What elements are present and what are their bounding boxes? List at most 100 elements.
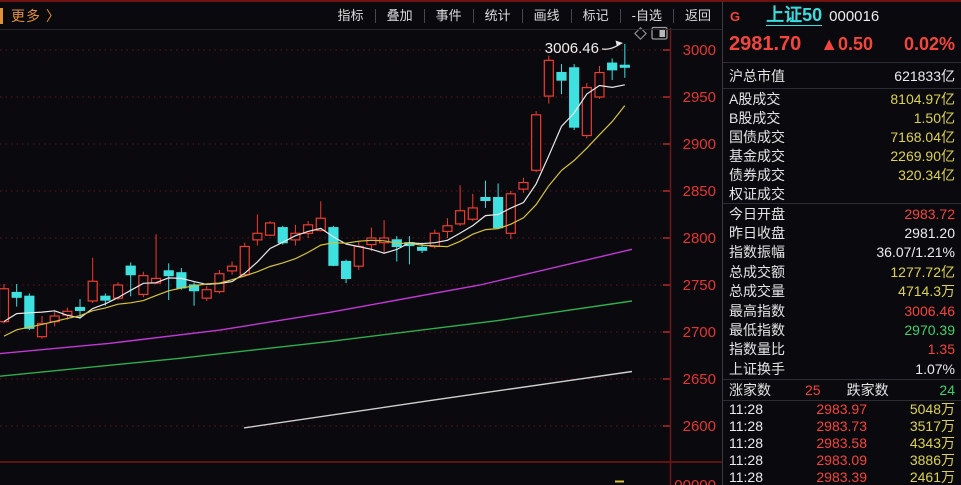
candle <box>342 262 351 279</box>
stat-value: 1277.72亿 <box>890 262 955 282</box>
candle <box>202 290 211 298</box>
y-axis-label: 2650 <box>683 371 716 388</box>
candle <box>164 271 173 276</box>
tick-price: 2983.39 <box>791 469 883 485</box>
stat-row: 债券成交320.34亿 <box>729 165 955 184</box>
decliners-label: 跌家数 <box>847 380 889 400</box>
y-axis-label: 2950 <box>683 89 716 106</box>
candle <box>443 226 452 232</box>
stat-label: 债券成交 <box>729 165 785 185</box>
tick-time: 11:28 <box>729 435 791 451</box>
y-axis-label: 3000 <box>683 42 716 59</box>
stat-row: 昨日收盘2981.20 <box>729 223 955 242</box>
candle <box>253 233 262 240</box>
candle <box>354 246 363 266</box>
candle <box>570 68 579 127</box>
candle <box>506 194 515 233</box>
y-axis-label: 2600 <box>683 418 716 435</box>
tick-time: 11:28 <box>729 469 791 485</box>
stat-value: 1.07% <box>915 361 955 377</box>
stat-row: 国债成交7168.04亿 <box>729 127 955 146</box>
stat-value: 2269.90亿 <box>890 146 955 166</box>
stat-value: 7168.04亿 <box>890 127 955 147</box>
tick-time: 11:28 <box>729 401 791 417</box>
candlestick-chart[interactable]: 3000295029002850280027502700265026003006… <box>0 0 722 485</box>
tick-row: 11:282983.733517万 <box>729 417 955 434</box>
tick-price: 2983.97 <box>791 401 883 417</box>
quote-panel: G 上证50 000016 2981.70 ▲0.50 0.02% 沪总市值 62… <box>722 2 961 485</box>
stat-row: 指数量比1.35 <box>729 340 955 359</box>
tick-time: 11:28 <box>729 452 791 468</box>
stat-label: 权证成交 <box>729 184 785 204</box>
toolbar-button-指标[interactable]: 指标 <box>327 2 375 29</box>
toolbar-button-事件[interactable]: 事件 <box>425 2 473 29</box>
tick-row: 11:282983.093886万 <box>729 451 955 468</box>
last-price: 2981.70 <box>729 33 801 56</box>
tick-list[interactable]: 11:282983.975048万11:282983.733517万11:282… <box>729 401 955 485</box>
stat-value: 621833亿 <box>894 66 955 86</box>
toolbar-button-画线[interactable]: 画线 <box>523 2 571 29</box>
stat-row: 最低指数2970.39 <box>729 320 955 339</box>
stat-label: 最低指数 <box>729 320 785 340</box>
candle <box>329 228 338 266</box>
stat-section: 沪总市值 621833亿 <box>729 63 955 88</box>
toolbar-button--自选[interactable]: -自选 <box>621 2 673 29</box>
toolbar-button-叠加[interactable]: 叠加 <box>376 2 424 29</box>
stat-label: 沪总市值 <box>729 66 785 86</box>
candle <box>367 238 376 245</box>
stat-row: 指数振幅 36.07/1.21% <box>729 243 955 262</box>
toolbar-button-统计[interactable]: 统计 <box>474 2 522 29</box>
y-axis-label: 2800 <box>683 230 716 247</box>
candle <box>177 273 186 288</box>
stat-row: 今日开盘2983.72 <box>729 204 955 223</box>
candle <box>126 266 135 274</box>
more-menu-button[interactable]: 更多 〉 <box>11 6 61 26</box>
stat-section: 今日开盘2983.72昨日收盘2981.20指数振幅 36.07/1.21% 总成交… <box>729 204 955 379</box>
stat-value: 4714.3万 <box>898 281 955 301</box>
y-axis-label: 2750 <box>683 277 716 294</box>
stat-label: A股成交 <box>729 89 780 109</box>
trading-app-window: 3000295029002850280027502700265026003006… <box>0 0 961 485</box>
candle <box>101 296 110 300</box>
candle <box>468 208 477 219</box>
price-change: ▲0.50 <box>820 34 873 55</box>
stat-value: 1.50亿 <box>914 108 955 128</box>
stat-value: 3006.46 <box>904 303 955 319</box>
candle <box>88 281 97 301</box>
candle <box>608 63 617 70</box>
stat-value: 8104.97亿 <box>890 89 955 109</box>
tick-price: 2983.73 <box>791 418 883 434</box>
advancers-label: 涨家数 <box>729 380 771 400</box>
ma30-line <box>0 301 632 376</box>
candle <box>595 73 604 97</box>
stat-label: 总成交额 <box>729 262 785 282</box>
index-code: 000016 <box>829 8 879 25</box>
index-name[interactable]: 上证50 <box>766 5 822 26</box>
stat-label: 上证换手 <box>729 359 785 379</box>
stat-row: 总成交量 4714.3万 <box>729 282 955 301</box>
candle <box>76 308 85 311</box>
stat-label: 指数量比 <box>729 339 785 359</box>
stat-section: A股成交8104.97亿B股成交1.50亿国债成交7168.04亿基金成交226… <box>729 89 955 203</box>
decliners-count: 24 <box>939 382 955 398</box>
y-axis-label: 2700 <box>683 324 716 341</box>
stat-value: 36.07/1.21% <box>876 244 955 260</box>
stat-row: 权证成交 <box>729 184 955 203</box>
candle <box>430 233 439 246</box>
quote-price-row: 2981.70 ▲0.50 0.02% <box>729 31 955 62</box>
candle <box>456 211 465 224</box>
candle <box>519 183 528 190</box>
stat-value: 2981.20 <box>904 225 955 241</box>
stat-row: 沪总市值 621833亿 <box>729 63 955 88</box>
stat-row: A股成交 8104.97亿 <box>729 89 955 108</box>
y-axis-label: 2850 <box>683 183 716 200</box>
stat-row: 上证换手 1.07% <box>729 359 955 378</box>
toolbar-button-标记[interactable]: 标记 <box>572 2 620 29</box>
quote-header: G 上证50 000016 <box>729 2 955 31</box>
stat-label: 总成交量 <box>729 281 785 301</box>
toolbar-button-返回[interactable]: 返回 <box>674 2 722 29</box>
peak-price-label: 3006.46 <box>545 40 599 57</box>
peak-arrow <box>602 45 619 50</box>
stat-label: 指数振幅 <box>729 242 785 262</box>
advance-decline-row: 涨家数 25 跌家数 24 <box>729 380 955 400</box>
